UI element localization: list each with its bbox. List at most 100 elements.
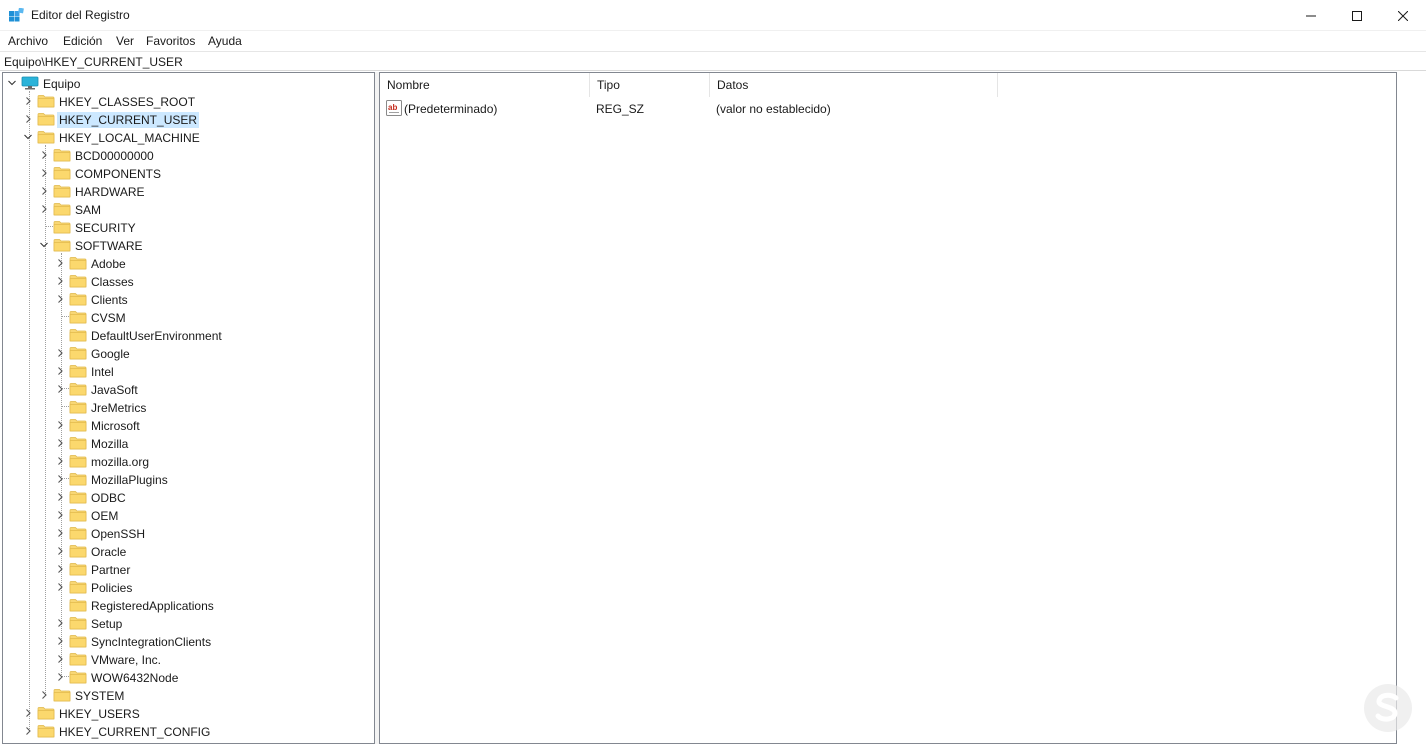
chevron-right-icon[interactable] bbox=[22, 110, 34, 128]
menu-edicion[interactable]: Edición bbox=[63, 34, 102, 48]
folder-icon bbox=[69, 419, 87, 432]
tree-node-jremetrics[interactable]: JreMetrics bbox=[3, 398, 373, 416]
tree-node-mozilla-org[interactable]: mozilla.org bbox=[3, 452, 373, 470]
chevron-right-icon[interactable] bbox=[22, 92, 34, 110]
chevron-right-icon[interactable] bbox=[54, 290, 66, 308]
tree-node-hkey-local-machine[interactable]: HKEY_LOCAL_MACHINE bbox=[3, 128, 373, 146]
tree-node-equipo[interactable]: Equipo bbox=[3, 74, 373, 92]
tree-node-microsoft[interactable]: Microsoft bbox=[3, 416, 373, 434]
window-title: Editor del Registro bbox=[31, 8, 130, 22]
tree-node-partner[interactable]: Partner bbox=[3, 560, 373, 578]
chevron-right-icon[interactable] bbox=[54, 488, 66, 506]
tree-node-intel[interactable]: Intel bbox=[3, 362, 373, 380]
chevron-right-icon[interactable] bbox=[54, 560, 66, 578]
values-list[interactable]: Nombre Tipo Datos ab (Predeterminado) RE… bbox=[379, 72, 1397, 744]
tree-node-hkey-current-user[interactable]: HKEY_CURRENT_USER bbox=[3, 110, 373, 128]
chevron-right-icon[interactable] bbox=[54, 614, 66, 632]
chevron-right-icon[interactable] bbox=[22, 722, 34, 740]
tree-node-software[interactable]: SOFTWARE bbox=[3, 236, 373, 254]
chevron-down-icon[interactable] bbox=[38, 236, 50, 254]
chevron-right-icon[interactable] bbox=[54, 650, 66, 668]
tree-node-oem[interactable]: OEM bbox=[3, 506, 373, 524]
tree-node-mozillaplugins[interactable]: MozillaPlugins bbox=[3, 470, 373, 488]
tree-node-openssh[interactable]: OpenSSH bbox=[3, 524, 373, 542]
chevron-right-icon[interactable] bbox=[54, 434, 66, 452]
tree-node-hkey-users[interactable]: HKEY_USERS bbox=[3, 704, 373, 722]
tree-node-label: Microsoft bbox=[91, 419, 140, 433]
tree-node-bcd00000000[interactable]: BCD00000000 bbox=[3, 146, 373, 164]
column-header-datos[interactable]: Datos bbox=[710, 73, 998, 97]
tree-node-setup[interactable]: Setup bbox=[3, 614, 373, 632]
chevron-right-icon[interactable] bbox=[38, 182, 50, 200]
column-header-tipo[interactable]: Tipo bbox=[590, 73, 710, 97]
tree-node-defaultuserenvironment[interactable]: DefaultUserEnvironment bbox=[3, 326, 373, 344]
tree-node-hkey-classes-root[interactable]: HKEY_CLASSES_ROOT bbox=[3, 92, 373, 110]
tree-node-label: RegisteredApplications bbox=[91, 599, 214, 613]
tree-node-classes[interactable]: Classes bbox=[3, 272, 373, 290]
tree-node-label: SYSTEM bbox=[75, 689, 125, 703]
chevron-right-icon[interactable] bbox=[54, 506, 66, 524]
tree-node-sam[interactable]: SAM bbox=[3, 200, 373, 218]
tree-node-mozilla[interactable]: Mozilla bbox=[3, 434, 373, 452]
chevron-right-icon[interactable] bbox=[54, 344, 66, 362]
tree-node-security[interactable]: SECURITY bbox=[3, 218, 373, 236]
tree-node-system[interactable]: SYSTEM bbox=[3, 686, 373, 704]
chevron-right-icon[interactable] bbox=[54, 578, 66, 596]
tree-node-wow6432node[interactable]: WOW6432Node bbox=[3, 668, 373, 686]
chevron-right-icon[interactable] bbox=[54, 470, 66, 488]
chevron-right-icon[interactable] bbox=[54, 632, 66, 650]
tree-node-components[interactable]: COMPONENTS bbox=[3, 164, 373, 182]
value-name[interactable]: (Predeterminado) bbox=[404, 101, 497, 117]
folder-icon bbox=[37, 95, 55, 108]
chevron-right-icon[interactable] bbox=[22, 704, 34, 722]
tree-node-clients[interactable]: Clients bbox=[3, 290, 373, 308]
tree-node-registeredapplications[interactable]: RegisteredApplications bbox=[3, 596, 373, 614]
tree-node-label: Partner bbox=[91, 563, 131, 577]
tree-node-hkey-current-config[interactable]: HKEY_CURRENT_CONFIG bbox=[3, 722, 373, 740]
menu-ver[interactable]: Ver bbox=[116, 34, 134, 48]
chevron-right-icon[interactable] bbox=[54, 254, 66, 272]
tree-node-label: HKEY_CLASSES_ROOT bbox=[59, 95, 196, 109]
chevron-right-icon[interactable] bbox=[54, 542, 66, 560]
chevron-right-icon[interactable] bbox=[38, 164, 50, 182]
folder-icon bbox=[69, 635, 87, 648]
tree-node-javasoft[interactable]: JavaSoft bbox=[3, 380, 373, 398]
maximize-button[interactable] bbox=[1334, 0, 1380, 31]
tree-node-hardware[interactable]: HARDWARE bbox=[3, 182, 373, 200]
address-path[interactable]: Equipo\HKEY_CURRENT_USER bbox=[4, 55, 183, 69]
tree-node-vmware-inc[interactable]: VMware, Inc. bbox=[3, 650, 373, 668]
registry-tree[interactable]: Equipo HKEY_CLASSES_ROOT HKEY_CURRENT_USE… bbox=[2, 72, 375, 744]
folder-icon bbox=[69, 599, 87, 612]
chevron-right-icon[interactable] bbox=[54, 380, 66, 398]
tree-node-label: Intel bbox=[91, 365, 114, 379]
folder-icon bbox=[69, 311, 87, 324]
tree-node-odbc[interactable]: ODBC bbox=[3, 488, 373, 506]
menu-archivo[interactable]: Archivo bbox=[8, 34, 48, 48]
chevron-down-icon[interactable] bbox=[6, 74, 18, 92]
column-header-nombre[interactable]: Nombre bbox=[380, 73, 590, 97]
chevron-right-icon[interactable] bbox=[54, 668, 66, 686]
menu-ayuda[interactable]: Ayuda bbox=[208, 34, 242, 48]
tree-node-cvsm[interactable]: CVSM bbox=[3, 308, 373, 326]
tree-node-syncintegrationclients[interactable]: SyncIntegrationClients bbox=[3, 632, 373, 650]
chevron-right-icon[interactable] bbox=[54, 416, 66, 434]
menu-favoritos[interactable]: Favoritos bbox=[146, 34, 195, 48]
close-button[interactable] bbox=[1380, 0, 1426, 31]
tree-node-adobe[interactable]: Adobe bbox=[3, 254, 373, 272]
tree-node-oracle[interactable]: Oracle bbox=[3, 542, 373, 560]
chevron-right-icon[interactable] bbox=[38, 686, 50, 704]
tree-node-label: COMPONENTS bbox=[75, 167, 162, 181]
address-bar[interactable]: Equipo\HKEY_CURRENT_USER bbox=[0, 51, 1426, 71]
tree-node-policies[interactable]: Policies bbox=[3, 578, 373, 596]
minimize-button[interactable] bbox=[1288, 0, 1334, 31]
tree-node-google[interactable]: Google bbox=[3, 344, 373, 362]
chevron-right-icon[interactable] bbox=[38, 146, 50, 164]
chevron-right-icon[interactable] bbox=[54, 272, 66, 290]
chevron-right-icon[interactable] bbox=[38, 200, 50, 218]
chevron-right-icon[interactable] bbox=[54, 362, 66, 380]
chevron-right-icon[interactable] bbox=[54, 524, 66, 542]
folder-icon bbox=[53, 203, 71, 216]
folder-icon bbox=[53, 221, 71, 234]
chevron-down-icon[interactable] bbox=[22, 128, 34, 146]
chevron-right-icon[interactable] bbox=[54, 452, 66, 470]
